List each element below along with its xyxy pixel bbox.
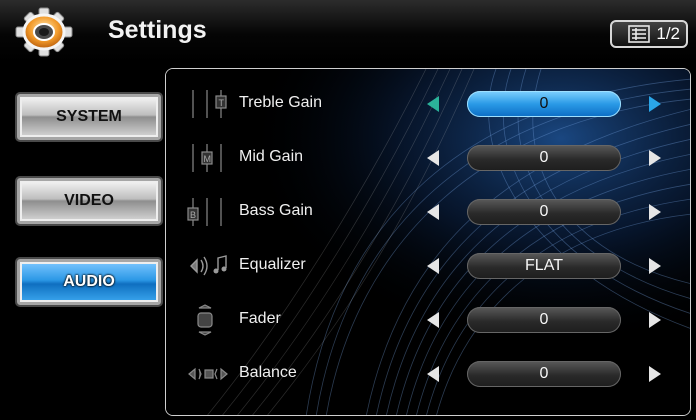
increase-arrow-icon[interactable] [649,204,661,220]
fader-icon [197,304,213,336]
balance-icon [188,367,228,381]
sidebar-item-video[interactable]: VIDEO [17,178,161,224]
row-label: Equalizer [239,256,306,273]
row-label: Balance [239,364,297,381]
increase-arrow-icon[interactable] [649,258,661,274]
settings-gear-icon [15,7,73,57]
value-display: 0 [467,361,621,387]
value-display: 0 [467,307,621,333]
bass-gain-icon: B [187,198,222,226]
svg-text:B: B [190,210,196,220]
value-display: 0 [467,199,621,225]
row-label: Bass Gain [239,202,313,219]
mid-gain-icon: M [192,144,222,172]
sidebar-item-system[interactable]: SYSTEM [17,94,161,140]
page-title: Settings [108,16,207,44]
svg-text:T: T [219,98,225,108]
decrease-arrow-icon[interactable] [427,204,439,220]
equalizer-icon [190,255,227,276]
audio-rows: T Treble Gain 0 M Mid Gain 0 B Bass Gain [165,68,691,416]
decrease-arrow-icon[interactable] [427,258,439,274]
treble-gain-icon: T [192,90,227,118]
row-equalizer[interactable]: Equalizer FLAT [165,246,691,286]
decrease-arrow-icon[interactable] [427,312,439,328]
value-display: FLAT [467,253,621,279]
row-label: Treble Gain [239,94,322,111]
page-indicator: 1/2 [656,24,680,43]
sidebar-item-label: AUDIO [63,273,115,290]
row-fader[interactable]: Fader 0 [165,300,691,340]
page-list-icon [628,25,651,43]
increase-arrow-icon[interactable] [649,312,661,328]
value-display: 0 [467,145,621,171]
decrease-arrow-icon[interactable] [427,96,439,112]
title-bar: Settings 1/2 [0,0,696,62]
row-mid-gain[interactable]: M Mid Gain 0 [165,138,691,178]
row-bass-gain[interactable]: B Bass Gain 0 [165,192,691,232]
increase-arrow-icon[interactable] [649,150,661,166]
svg-text:M: M [204,154,212,164]
row-label: Mid Gain [239,148,304,165]
sidebar-item-audio[interactable]: AUDIO [17,259,161,305]
sidebar-item-label: VIDEO [64,192,114,209]
value-display: 0 [467,91,621,117]
increase-arrow-icon[interactable] [649,96,661,112]
decrease-arrow-icon[interactable] [427,366,439,382]
page-toggle-button[interactable]: 1/2 [610,20,688,48]
sidebar-item-label: SYSTEM [56,108,122,125]
increase-arrow-icon[interactable] [649,366,661,382]
decrease-arrow-icon[interactable] [427,150,439,166]
row-treble-gain[interactable]: T Treble Gain 0 [165,84,691,124]
row-label: Fader [239,310,281,327]
row-balance[interactable]: Balance 0 [165,354,691,394]
